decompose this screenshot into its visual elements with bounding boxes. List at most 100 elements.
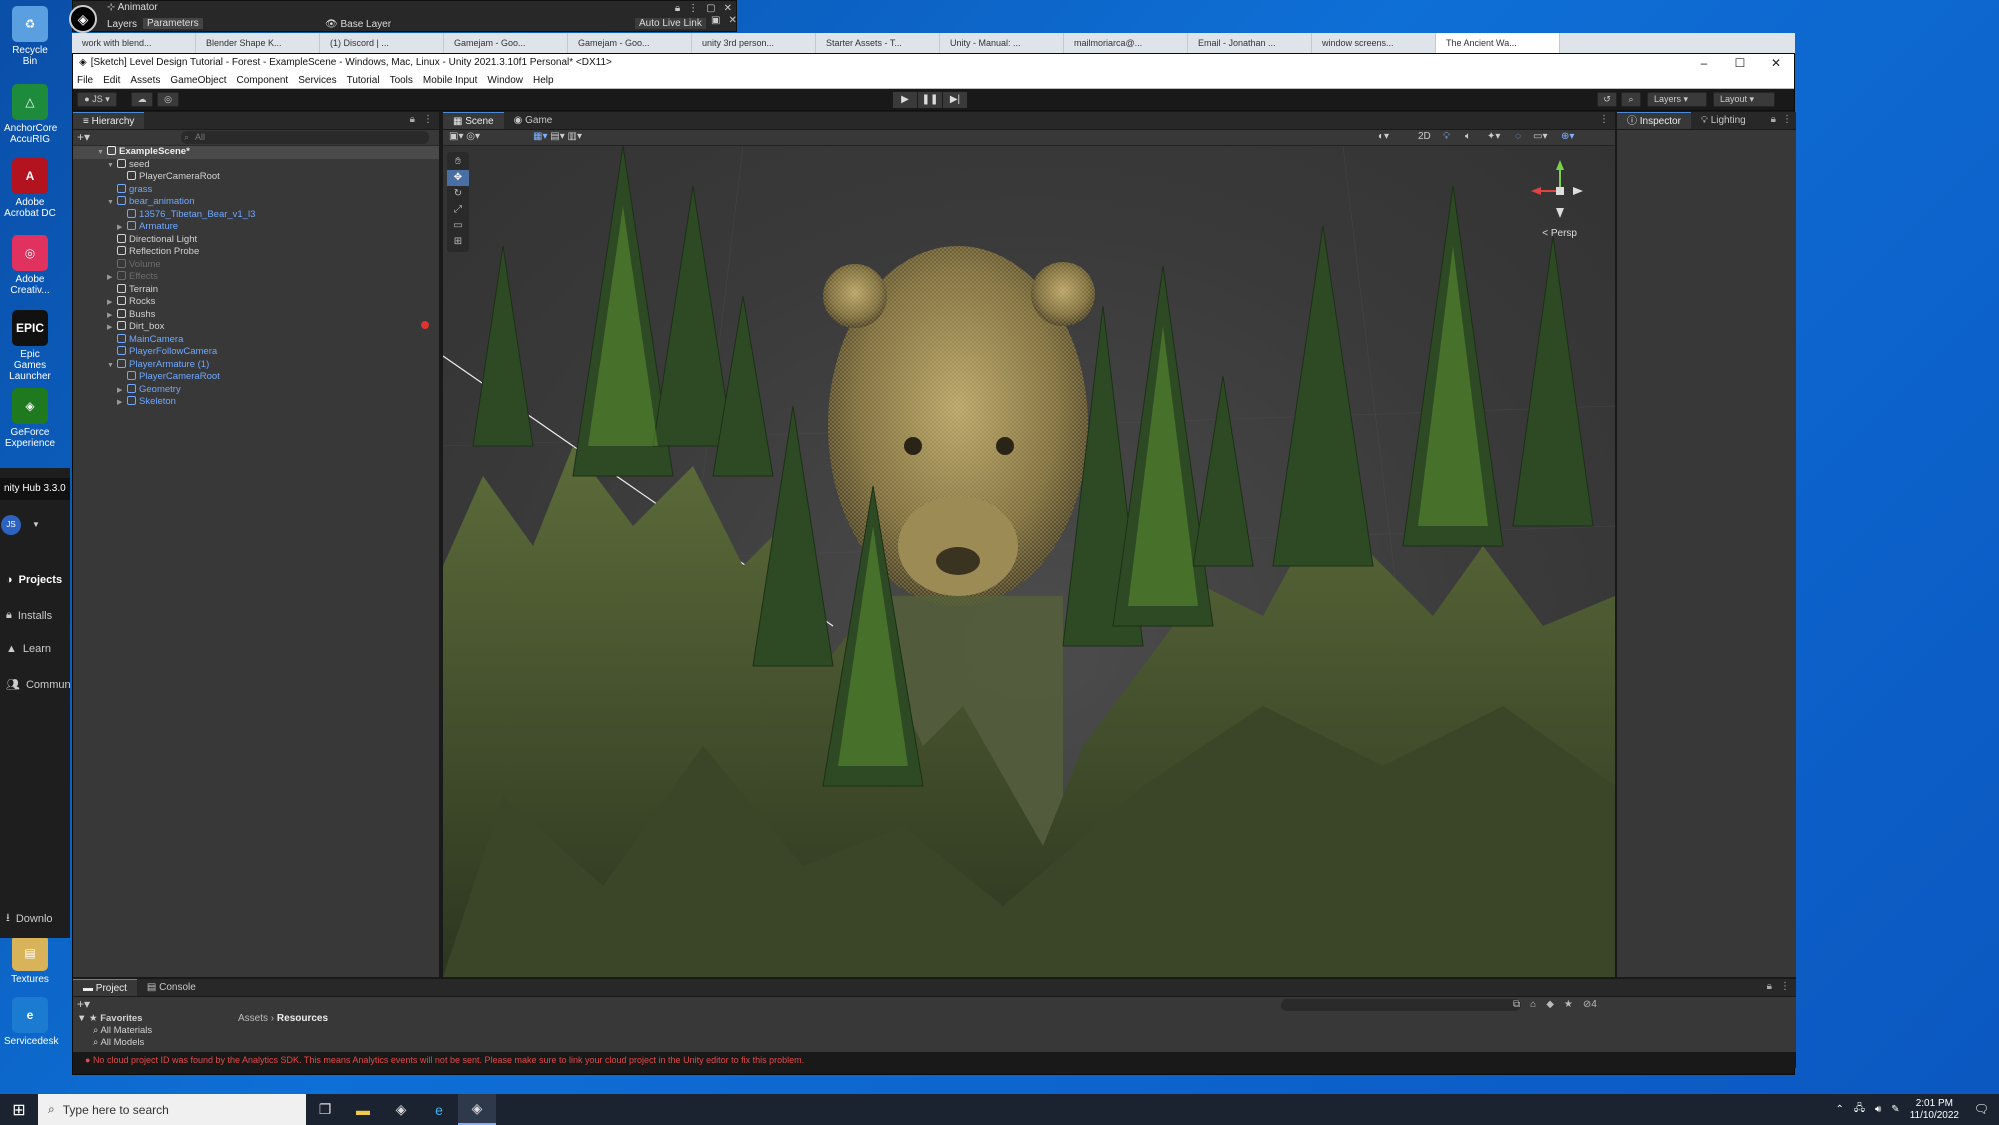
desktop-icon[interactable]: e Servicedesk <box>4 997 58 1047</box>
hierarchy-row[interactable]: ▶ Skeleton <box>73 396 439 409</box>
pause-button[interactable]: ❚❚ <box>918 92 942 108</box>
auto-live-link-button[interactable]: Auto Live Link <box>635 18 706 29</box>
expand-arrow-icon[interactable]: ▶ <box>117 397 127 410</box>
hierarchy-row[interactable]: grass <box>73 183 439 197</box>
hidden-packages-icon[interactable]: ⊘4 <box>1583 999 1597 1010</box>
layers-dropdown[interactable]: Layers ▾ <box>1647 92 1707 107</box>
kebab-menu-icon[interactable]: ⋮ <box>1599 114 1609 125</box>
browser-tab[interactable]: Unity - Manual: ... <box>940 33 1064 53</box>
search-icon[interactable]: ⌕ <box>1621 92 1641 107</box>
hierarchy-row[interactable]: ▼ ExampleScene* <box>73 146 439 159</box>
cloud-icon[interactable]: ☁ <box>131 92 153 107</box>
layout-dropdown[interactable]: Layout ▾ <box>1713 92 1775 107</box>
maximize-icon[interactable]: ☐ <box>1722 54 1758 72</box>
star-icon[interactable]: ★ <box>1564 999 1573 1010</box>
menu-item-edit[interactable]: Edit <box>103 75 120 86</box>
lock-icon[interactable]: 🔒︎ <box>675 3 680 14</box>
windows-start-icon[interactable]: ⊞ <box>0 1094 38 1125</box>
hierarchy-row[interactable]: ▼ PlayerArmature (1) <box>73 358 439 372</box>
persp-label[interactable]: < Persp <box>1542 228 1577 239</box>
animator-tab-layers[interactable]: Layers <box>107 19 137 30</box>
tag-icon[interactable]: ⌂ <box>1530 999 1536 1010</box>
lock-icon[interactable]: 🔒︎ <box>410 114 415 125</box>
tab-lighting[interactable]: 💡︎ Lighting <box>1691 112 1756 129</box>
maximize-icon[interactable]: ▢ <box>706 3 715 14</box>
close-icon[interactable]: ✕ <box>728 15 736 26</box>
browser-tab[interactable]: Blender Shape K... <box>196 33 320 53</box>
scale-tool-icon[interactable]: ⤢ <box>447 202 469 218</box>
draw-mode-dropdown[interactable]: ▣▾ ◎▾ <box>449 131 480 142</box>
hierarchy-row[interactable]: ▶ Bushs <box>73 308 439 322</box>
breadcrumb-assets[interactable]: Assets <box>238 1013 268 1024</box>
label-icon[interactable]: ◆ <box>1546 999 1554 1010</box>
transform-tool-icon[interactable]: ⊞ <box>447 234 469 250</box>
filter-icon[interactable]: ⧉ <box>1513 999 1520 1010</box>
rect-tool-icon[interactable]: ▭ <box>447 218 469 234</box>
history-icon[interactable]: ↺ <box>1597 92 1617 107</box>
hierarchy-row[interactable]: ▼ bear_animation <box>73 196 439 209</box>
hierarchy-row[interactable]: Directional Light <box>73 233 439 247</box>
chevron-down-icon[interactable]: ▼ <box>77 1013 89 1024</box>
tab-game[interactable]: ◉ Game <box>504 112 563 129</box>
lock-icon[interactable]: 🔒︎ <box>1771 114 1776 125</box>
hub-item-community[interactable]: 👥︎ Commun <box>6 678 71 692</box>
hierarchy-row[interactable]: ▶ Dirt_box <box>73 321 439 334</box>
toggle-2d-button[interactable]: 2D <box>1418 131 1431 142</box>
browser-tab[interactable]: Starter Assets - T... <box>816 33 940 53</box>
close-icon[interactable]: ✕ <box>724 3 732 14</box>
tab-hierarchy[interactable]: ≡ Hierarchy <box>73 112 145 129</box>
pen-icon[interactable]: ✎ <box>1891 1104 1899 1115</box>
shading-dropdown[interactable]: ◐▾ <box>1378 131 1389 142</box>
browser-tab[interactable]: mailmoriarca@... <box>1064 33 1188 53</box>
minimize-icon[interactable]: – <box>1686 54 1722 72</box>
browser-tab[interactable]: work with blend... <box>72 33 196 53</box>
kebab-menu-icon[interactable]: ⋮ <box>423 114 433 125</box>
browser-tab[interactable]: (1) Discord | ... <box>320 33 444 53</box>
tab-inspector[interactable]: ⓘ Inspector <box>1617 112 1691 129</box>
breadcrumb-resources[interactable]: Resources <box>277 1013 328 1024</box>
browser-tab[interactable]: The Ancient Wa... <box>1436 33 1560 53</box>
menu-item-help[interactable]: Help <box>533 75 554 86</box>
desktop-icon[interactable]: △ AnchorCore AccuRIG <box>4 84 57 145</box>
project-search-input[interactable] <box>1281 999 1521 1011</box>
hierarchy-row[interactable]: ▶ Armature <box>73 221 439 234</box>
unity-editor-icon[interactable]: ◈ <box>458 1094 496 1125</box>
favorite-item[interactable]: ⌕ All Models <box>73 1037 233 1049</box>
close-icon[interactable]: ✕ <box>1758 54 1794 72</box>
hierarchy-row[interactable]: 13576_Tibetan_Bear_v1_l3 <box>73 208 439 222</box>
orientation-gizmo[interactable] <box>1525 156 1595 226</box>
file-explorer-icon[interactable]: ▬ <box>344 1094 382 1125</box>
menu-item-tutorial[interactable]: Tutorial <box>347 75 380 86</box>
menu-item-mobile-input[interactable]: Mobile Input <box>423 75 477 86</box>
hierarchy-row[interactable]: PlayerCameraRoot <box>73 171 439 184</box>
hand-tool-icon[interactable]: ✋︎ <box>447 154 469 170</box>
hierarchy-row[interactable]: ▶ Rocks <box>73 296 439 309</box>
menu-item-file[interactable]: File <box>77 75 93 86</box>
hierarchy-row[interactable]: Reflection Probe <box>73 246 439 259</box>
volume-icon[interactable]: 🔊︎ <box>1875 1104 1881 1115</box>
collab-icon[interactable]: ◎ <box>157 92 179 107</box>
audio-toggle-icon[interactable]: 🔈︎ <box>1465 131 1471 142</box>
menu-item-gameobject[interactable]: GameObject <box>170 75 226 86</box>
unity-hub-icon[interactable]: ◈ <box>382 1094 420 1125</box>
browser-tab[interactable]: Gamejam - Goo... <box>444 33 568 53</box>
lock-icon[interactable]: 🔒︎ <box>1767 981 1772 992</box>
menu-item-component[interactable]: Component <box>237 75 289 86</box>
kebab-menu-icon[interactable]: ⋮ <box>1782 114 1792 125</box>
browser-tab[interactable]: Email - Jonathan ... <box>1188 33 1312 53</box>
play-button[interactable]: ▶ <box>893 92 917 108</box>
hub-item-projects[interactable]: ◑ Projects <box>6 574 62 586</box>
hierarchy-row[interactable]: PlayerFollowCamera <box>73 346 439 359</box>
notification-icon[interactable]: 🗨︎ <box>1974 1102 1989 1116</box>
hierarchy-row[interactable]: PlayerCameraRoot <box>73 371 439 384</box>
hub-item-installs[interactable]: 🔒︎ Installs <box>6 609 52 622</box>
menu-item-assets[interactable]: Assets <box>130 75 160 86</box>
hub-item-learn[interactable]: ▲ Learn <box>6 643 51 655</box>
step-button[interactable]: ▶| <box>943 92 967 108</box>
animator-tab-parameters[interactable]: Parameters <box>143 18 203 29</box>
desktop-icon[interactable]: A Adobe Acrobat DC <box>4 158 56 219</box>
network-icon[interactable]: 🖧︎ <box>1854 1101 1865 1118</box>
browser-tab[interactable]: unity 3rd person... <box>692 33 816 53</box>
add-icon[interactable]: +▾ <box>77 130 90 144</box>
restore-icon[interactable]: ▣ <box>711 15 720 26</box>
